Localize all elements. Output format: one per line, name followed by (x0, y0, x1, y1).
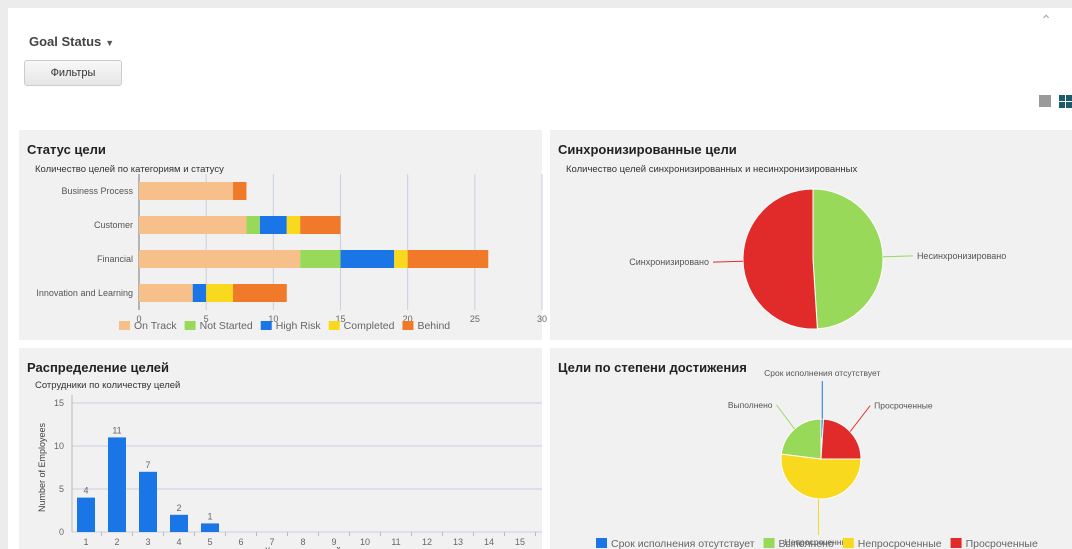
legend-swatch (596, 538, 607, 548)
data-label: 2 (176, 503, 181, 513)
x-tick-label: 10 (360, 537, 370, 547)
category-label: Financial (97, 254, 133, 264)
status-bar-chart: 0 5 10 15 20 25 30Business ProcessCustomerFina… (36, 174, 547, 332)
bar-segment (286, 216, 301, 234)
bar (170, 514, 188, 532)
pie-label: Выполнено (728, 400, 773, 410)
y-axis-title: Number of Employees (37, 422, 47, 512)
x-tick-label: 11 (391, 537, 400, 547)
data-label: 7 (145, 460, 150, 470)
legend-label: Not Started (200, 320, 253, 332)
dashboard-page: ⌃ Goal Status ▼ Фильтры Статус цели Колич… (8, 8, 1072, 549)
legend-label: High Risk (276, 320, 322, 332)
bar-segment (139, 182, 234, 200)
view-toggle (1035, 95, 1072, 113)
x-tick-label: 5 (207, 537, 212, 547)
legend-swatch (763, 538, 775, 548)
bar-segment (139, 284, 193, 302)
legend-swatch (842, 538, 854, 548)
bar-segment (139, 216, 247, 234)
x-tick-label: 12 (422, 537, 432, 547)
distribution-bar-chart: 051015142113742516789101112131415Количес… (37, 395, 542, 549)
dashboard-title-dropdown[interactable]: Goal Status ▼ (29, 34, 114, 49)
legend-swatch (119, 321, 130, 330)
bar-segment (300, 216, 341, 234)
x-tick-label: 3 (145, 537, 150, 547)
data-label: 11 (112, 425, 121, 435)
pie-leader-line (713, 260, 744, 263)
panel-subtitle: Сотрудники по количеству целей (35, 380, 181, 391)
pie-slice (780, 453, 862, 500)
x-tick-label: 1 (83, 537, 88, 547)
legend-label: Просроченные (966, 538, 1038, 549)
legend-swatch (402, 321, 414, 330)
y-tick-label: 15 (54, 398, 64, 408)
legend-swatch (260, 321, 272, 330)
legend-swatch (950, 538, 962, 548)
data-label: 1 (207, 511, 212, 521)
bar (139, 471, 157, 532)
category-label: Innovation and Learning (36, 288, 133, 298)
x-tick-label: 13 (453, 537, 463, 547)
pie-leader-line (849, 405, 871, 432)
legend-label: Срок исполнения отсутствует (611, 538, 755, 549)
achievement-panel: Цели по степени достижения Срок исполнен… (550, 348, 1072, 549)
legend-label: Behind (417, 320, 450, 332)
pie-label: Несинхронизировано (917, 251, 1006, 261)
data-label: 4 (83, 486, 88, 496)
category-label: Business Process (61, 186, 133, 196)
sync-pie-chart: Несинхронизировано Синхронизировано (629, 188, 1006, 330)
bar-segment (407, 250, 489, 268)
x-tick-label: 6 (238, 537, 243, 547)
chevron-up-icon[interactable]: ⌃ (1040, 12, 1052, 29)
legend-swatch (184, 321, 196, 330)
bar-segment (233, 182, 247, 200)
bar-segment (340, 250, 395, 268)
pie-slice (812, 188, 884, 330)
legend-label: Выполнено (779, 538, 834, 549)
goal-status-panel: Статус цели Количество целей по категори… (19, 130, 547, 340)
bar (77, 497, 95, 532)
y-tick-label: 5 (59, 484, 64, 494)
bar-segment (192, 284, 207, 302)
pie-leader-line (882, 255, 913, 258)
legend-swatch (328, 321, 340, 330)
pie-slice (742, 188, 818, 330)
pie-leader-line (776, 404, 795, 430)
y-tick-label: 10 (54, 441, 64, 451)
filter-button[interactable]: Фильтры (24, 60, 122, 86)
bar-segment (246, 216, 260, 234)
bar-segment (300, 250, 341, 268)
bar-segment (233, 284, 287, 302)
achievement-pie-chart: Срок исполнения отсутствует Просроченные Н… (596, 368, 1038, 549)
chevron-down-icon: ▼ (105, 38, 115, 48)
x-tick-label: 15 (515, 537, 525, 547)
bar (201, 523, 219, 532)
goal-distribution-panel: Распределение целей 0 5 10 15 1 4 2 11 3 7 4 2 5 1 6 7 8… (19, 348, 542, 549)
bar (108, 437, 126, 532)
y-tick-label: 0 (59, 527, 64, 537)
x-tick-label: 2 (114, 537, 119, 547)
pie-label: Синхронизировано (629, 257, 709, 267)
grid-view-icon[interactable] (1059, 95, 1072, 108)
pie-slice (780, 418, 822, 460)
bar-segment (259, 216, 287, 234)
bar-segment (206, 284, 234, 302)
synced-goals-panel: Синхронизированные цели Количество целей… (550, 130, 1072, 340)
x-tick-label: 4 (176, 537, 181, 547)
category-label: Customer (94, 220, 133, 230)
legend-label: Completed (344, 320, 395, 332)
legend-label: Непросроченные (858, 538, 942, 549)
pie-label: Срок исполнения отсутствует (764, 368, 880, 378)
dashboard-title: Goal Status (29, 34, 102, 49)
single-view-icon[interactable] (1038, 95, 1051, 107)
x-tick-label: 25 (470, 314, 480, 324)
bar-segment (139, 250, 301, 268)
pie-label: Просроченные (874, 401, 933, 411)
x-tick-label: 30 (537, 314, 547, 324)
legend-label: On Track (134, 320, 177, 332)
bar-segment (394, 250, 408, 268)
x-tick-label: 14 (484, 537, 494, 547)
